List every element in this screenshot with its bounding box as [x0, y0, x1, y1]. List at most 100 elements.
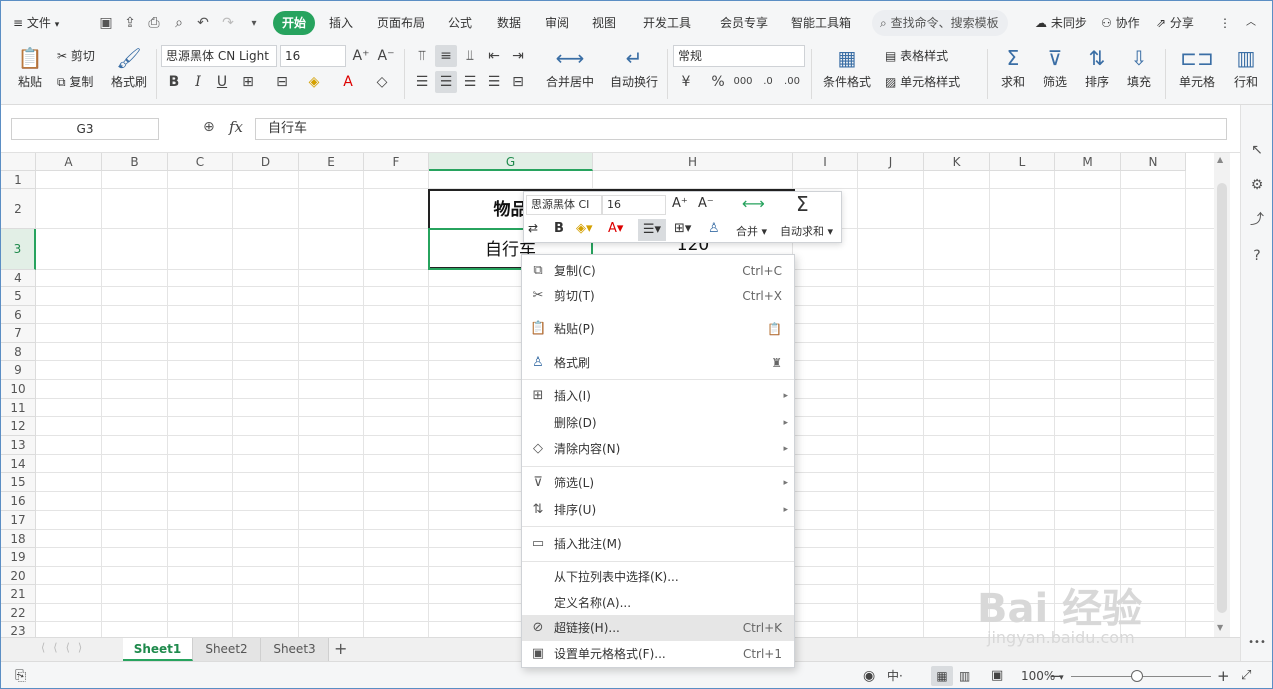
print-icon[interactable]: ⎙ [145, 14, 163, 32]
mini-autosum-button[interactable]: 自动求和 ▾ [780, 223, 833, 239]
menu-item-paste[interactable]: 📋 粘贴(P) 📋 [522, 315, 794, 343]
font-color-icon[interactable]: A [337, 71, 359, 93]
decrease-decimal-icon[interactable]: .00 [781, 71, 803, 93]
mini-decrease-font-icon[interactable]: A⁻ [698, 196, 714, 211]
tab-start[interactable]: 开始 [273, 11, 316, 35]
row-header-17[interactable]: 17 [1, 511, 36, 530]
menu-item-format-painter[interactable]: ♙ 格式刷 ♜ [522, 349, 794, 377]
mini-font-name-select[interactable]: 思源黑体 CI [526, 195, 602, 215]
tab-view[interactable]: 视图 [592, 11, 616, 35]
increase-font-icon[interactable]: A⁺ [350, 45, 372, 67]
thousands-button[interactable]: 000 [732, 71, 754, 93]
more-icon[interactable]: ⋮ [1219, 11, 1231, 35]
tab-developer[interactable]: 开发工具 [643, 11, 691, 35]
menu-item-pick-from-list[interactable]: 从下拉列表中选择(K)... [522, 564, 794, 590]
merge-center-button[interactable]: ⟷ 合并居中 [541, 45, 599, 90]
align-bottom-icon[interactable]: ⫫ [459, 45, 481, 67]
menu-item-define-name[interactable]: 定义名称(A)... [522, 590, 794, 616]
menu-item-insert[interactable]: ⊞ 插入(I) ▸ [522, 383, 794, 409]
row-header-2[interactable]: 2 [1, 189, 36, 229]
row-header-6[interactable]: 6 [1, 306, 36, 324]
mini-border-icon[interactable]: ⊞▾ [674, 221, 691, 236]
mini-bold-icon[interactable]: B [554, 221, 564, 236]
row-header-4[interactable]: 4 [1, 270, 36, 287]
mini-font-size-select[interactable]: 16 [602, 195, 666, 215]
sum-button[interactable]: Σ 求和 [995, 45, 1031, 90]
fx-label[interactable]: fx [229, 118, 243, 136]
row-header-3[interactable]: 3 [1, 229, 36, 270]
settings-sliders-icon[interactable]: ⚙ [1247, 175, 1267, 195]
tab-page-layout[interactable]: 页面布局 [377, 11, 425, 35]
sort-button[interactable]: ⇅ 排序 [1079, 45, 1115, 90]
sheet-tab-1[interactable]: Sheet1 [123, 638, 193, 661]
wrap-text-button[interactable]: ↵ 自动换行 [607, 45, 661, 90]
fill-button[interactable]: ⇩ 填充 [1121, 45, 1157, 90]
italic-icon[interactable]: I [187, 71, 209, 93]
increase-indent-icon[interactable]: ⇥ [507, 45, 529, 67]
justify-icon[interactable]: ☰ [483, 71, 505, 93]
tab-data[interactable]: 数据 [497, 11, 521, 35]
cell-style-button[interactable]: ▨ 单元格样式 [885, 71, 960, 93]
font-name-select[interactable]: 思源黑体 CN Light [161, 45, 277, 67]
row-header-12[interactable]: 12 [1, 417, 36, 436]
macro-icon[interactable]: ⎘ [15, 666, 26, 686]
add-sheet-icon[interactable]: + [334, 639, 347, 658]
backup-icon[interactable]: ⤴ [1247, 210, 1267, 230]
normal-view-icon[interactable]: ▦ [931, 666, 953, 686]
cursor-icon[interactable]: ↖ [1247, 140, 1267, 160]
row-header-23[interactable]: 23 [1, 622, 36, 637]
zoom-icon[interactable]: ⊕ [203, 119, 215, 135]
file-menu[interactable]: ≡ 文件 ▾ [13, 11, 59, 35]
fullscreen-icon[interactable]: ⤢ [1241, 666, 1251, 686]
zoom-out-icon[interactable]: − [1049, 666, 1062, 686]
tab-review[interactable]: 审阅 [545, 11, 569, 35]
format-painter-button[interactable]: 🖌 格式刷 [109, 45, 149, 90]
more-dots-icon[interactable]: ••• [1247, 633, 1267, 653]
eye-protection-icon[interactable]: ◉ [863, 666, 875, 686]
menu-item-cut[interactable]: ✂ 剪切(T) Ctrl+X [522, 283, 794, 309]
row-header-21[interactable]: 21 [1, 585, 36, 604]
align-right-icon[interactable]: ☰ [459, 71, 481, 93]
share-button[interactable]: ⇗ 分享 [1156, 11, 1194, 35]
paste-button[interactable]: 📋 粘贴 [13, 45, 47, 90]
row-header-15[interactable]: 15 [1, 473, 36, 492]
column-header-k[interactable]: K [924, 153, 990, 171]
clear-format-icon[interactable]: ◇ [371, 71, 393, 93]
cell-button[interactable]: ⊏⊐ 单元格 [1173, 45, 1221, 90]
row-header-19[interactable]: 19 [1, 548, 36, 567]
column-header-n[interactable]: N [1121, 153, 1186, 171]
format-painter-options-icon[interactable]: ♜ [771, 349, 782, 377]
page-break-view-icon[interactable]: ▣ [991, 666, 1003, 686]
column-header-m[interactable]: M [1055, 153, 1121, 171]
scroll-down-icon[interactable]: ▼ [1217, 623, 1223, 632]
mini-increase-font-icon[interactable]: A⁺ [672, 196, 688, 211]
paste-options-icon[interactable]: 📋 [767, 315, 782, 343]
mini-wrap-icon[interactable]: ⇄ [528, 221, 538, 235]
page-layout-view-icon[interactable]: ▥ [959, 666, 970, 686]
row-header-22[interactable]: 22 [1, 604, 36, 622]
percent-button[interactable]: % [707, 71, 729, 93]
mini-font-color-icon[interactable]: A▾ [608, 221, 623, 236]
align-center-icon[interactable]: ☰ [435, 71, 457, 93]
sync-status[interactable]: ☁ 未同步 [1035, 11, 1087, 35]
fill-color-icon[interactable]: ◈ [303, 71, 325, 93]
search-box[interactable]: ⌕ 查找命令、搜索模板 [872, 10, 1008, 36]
row-header-13[interactable]: 13 [1, 436, 36, 455]
row-header-20[interactable]: 20 [1, 567, 36, 585]
decrease-indent-icon[interactable]: ⇤ [483, 45, 505, 67]
tab-insert[interactable]: 插入 [329, 11, 353, 35]
copy-button[interactable]: ⧉ 复制 [57, 71, 93, 93]
menu-item-filter[interactable]: ⊽ 筛选(L) ▸ [522, 470, 794, 496]
menu-item-delete[interactable]: 删除(D) ▸ [522, 410, 794, 436]
menu-item-copy[interactable]: ⧉ 复制(C) Ctrl+C [522, 259, 794, 283]
tab-member[interactable]: 会员专享 [720, 11, 768, 35]
decrease-font-icon[interactable]: A⁻ [375, 45, 397, 67]
menu-item-hyperlink[interactable]: ⊘ 超链接(H)... Ctrl+K [522, 615, 794, 641]
row-header-18[interactable]: 18 [1, 530, 36, 548]
row-header-10[interactable]: 10 [1, 380, 36, 399]
input-method-icon[interactable]: 中· [887, 666, 903, 686]
menu-item-insert-comment[interactable]: ▭ 插入批注(M) [522, 530, 794, 558]
sheet-tab-3[interactable]: Sheet3 [261, 638, 329, 661]
column-header-c[interactable]: C [168, 153, 233, 171]
currency-icon[interactable]: ¥ [675, 71, 697, 93]
